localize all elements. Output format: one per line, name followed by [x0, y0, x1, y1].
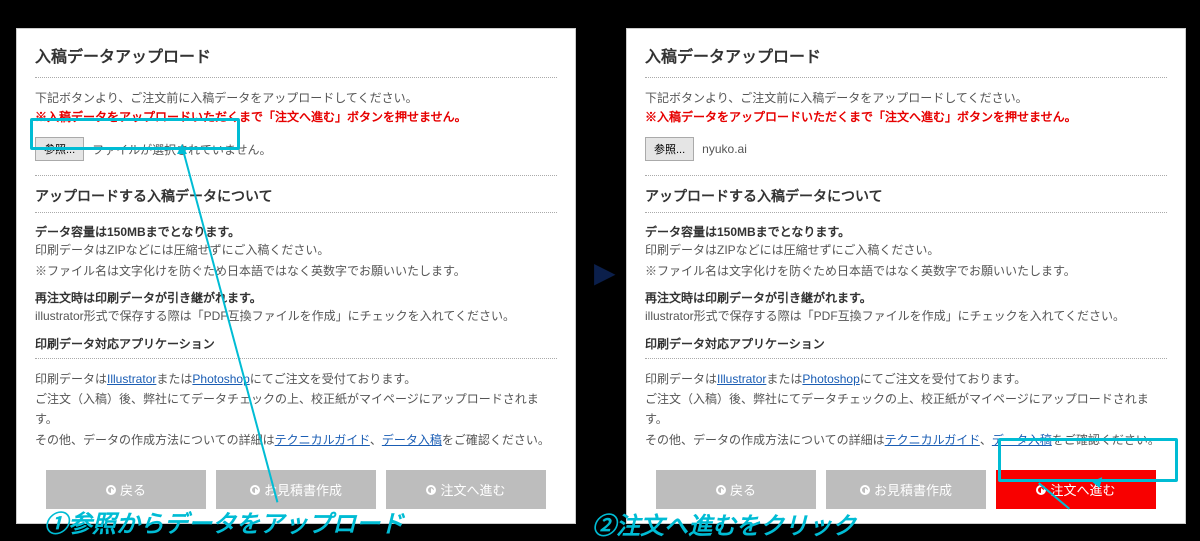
order-button-active[interactable]: 注文へ進む [996, 470, 1156, 509]
reorder-note: illustrator形式で保存する際は「PDF互換ファイルを作成」にチェックを… [645, 306, 1167, 326]
section-subtitle: アップロードする入稿データについて [645, 186, 1167, 206]
file-picker-row: 参照... ファイルが選択されていません。 [35, 137, 557, 161]
play-icon [106, 485, 116, 495]
order-button-disabled[interactable]: 注文へ進む [386, 470, 546, 509]
warning-text: ※入稿データをアップロードいただくまで「注文へ進む」ボタンを押せません。 [35, 108, 557, 125]
divider [35, 77, 557, 78]
panel-title: 入稿データアップロード [645, 43, 1167, 67]
play-icon [860, 485, 870, 495]
data-submit-link[interactable]: データ入稿 [382, 433, 442, 447]
technical-guide-link[interactable]: テクニカルガイド [275, 433, 370, 447]
data-submit-link[interactable]: データ入稿 [992, 433, 1052, 447]
upload-panel-after: 入稿データアップロード 下記ボタンより、ご注文前に入稿データをアップロードしてく… [626, 28, 1186, 524]
quote-button[interactable]: お見積書作成 [826, 470, 986, 509]
apps-heading: 印刷データ対応アプリケーション [35, 335, 557, 352]
file-status-label: nyuko.ai [702, 142, 747, 156]
warning-text: ※入稿データをアップロードいただくまで「注文へ進む」ボタンを押せません。 [645, 108, 1167, 125]
apps-line2: ご注文（入稿）後、弊社にてデータチェックの上、校正紙がマイページにアップロードさ… [645, 389, 1167, 430]
text: にてご注文を受付ております。 [250, 372, 416, 386]
button-label: 注文へ進む [1050, 480, 1115, 499]
apps-line3: その他、データの作成方法についての詳細はテクニカルガイド、データ入稿をご確認くだ… [35, 430, 557, 450]
illustrator-link[interactable]: Illustrator [717, 372, 766, 386]
text: にてご注文を受付ております。 [860, 372, 1026, 386]
apps-line1: 印刷データはIllustratorまたはPhotoshopにてご注文を受付ており… [645, 369, 1167, 389]
divider [645, 175, 1167, 176]
capacity-note1: 印刷データはZIPなどには圧縮せずにご入稿ください。 [645, 240, 1167, 260]
upload-panel-before: 入稿データアップロード 下記ボタンより、ご注文前に入稿データをアップロードしてく… [16, 28, 576, 524]
apps-line3: その他、データの作成方法についての詳細はテクニカルガイド、データ入稿をご確認くだ… [645, 430, 1167, 450]
divider [35, 358, 557, 359]
button-label: 戻る [120, 480, 146, 499]
divider [645, 77, 1167, 78]
photoshop-link[interactable]: Photoshop [802, 372, 859, 386]
apps-heading: 印刷データ対応アプリケーション [645, 335, 1167, 352]
divider [645, 212, 1167, 213]
divider [35, 175, 557, 176]
panel-title: 入稿データアップロード [35, 43, 557, 67]
capacity-heading: データ容量は150MBまでとなります。 [35, 223, 557, 240]
text: その他、データの作成方法についての詳細は [645, 433, 885, 447]
button-row: 戻る お見積書作成 注文へ進む [645, 470, 1167, 509]
transition-arrow-icon: ▶ [594, 256, 616, 289]
button-label: 戻る [730, 480, 756, 499]
browse-button[interactable]: 参照... [35, 137, 84, 161]
instruction-text: 下記ボタンより、ご注文前に入稿データをアップロードしてください。 [645, 88, 1167, 108]
text: 印刷データは [35, 372, 107, 386]
apps-line2: ご注文（入稿）後、弊社にてデータチェックの上、校正紙がマイページにアップロードさ… [35, 389, 557, 430]
reorder-heading: 再注文時は印刷データが引き継がれます。 [645, 289, 1167, 306]
file-picker-row: 参照... nyuko.ai [645, 137, 1167, 161]
play-icon [250, 485, 260, 495]
button-label: お見積書作成 [874, 480, 952, 499]
capacity-heading: データ容量は150MBまでとなります。 [645, 223, 1167, 240]
play-icon [716, 485, 726, 495]
button-label: 注文へ進む [440, 480, 505, 499]
play-icon [426, 485, 436, 495]
back-button[interactable]: 戻る [656, 470, 816, 509]
annotation-arrow-tip [177, 144, 187, 154]
technical-guide-link[interactable]: テクニカルガイド [885, 433, 980, 447]
text: または [766, 372, 802, 386]
text: をご確認ください。 [1052, 433, 1160, 447]
capacity-note2: ※ファイル名は文字化けを防ぐため日本語ではなく英数字でお願いいたします。 [35, 261, 557, 281]
capacity-note2: ※ファイル名は文字化けを防ぐため日本語ではなく英数字でお願いいたします。 [645, 261, 1167, 281]
annotation-caption-2: ②注文へ進むをクリック [592, 506, 856, 541]
text: 印刷データは [645, 372, 717, 386]
reorder-note: illustrator形式で保存する際は「PDF互換ファイルを作成」にチェックを… [35, 306, 557, 326]
apps-line1: 印刷データはIllustratorまたはPhotoshopにてご注文を受付ており… [35, 369, 557, 389]
section-subtitle: アップロードする入稿データについて [35, 186, 557, 206]
text: その他、データの作成方法についての詳細は [35, 433, 275, 447]
annotation-caption-1: ①参照からデータをアップロード [44, 504, 404, 539]
instruction-text: 下記ボタンより、ご注文前に入稿データをアップロードしてください。 [35, 88, 557, 108]
browse-button[interactable]: 参照... [645, 137, 694, 161]
text: をご確認ください。 [442, 433, 550, 447]
divider [35, 212, 557, 213]
capacity-note1: 印刷データはZIPなどには圧縮せずにご入稿ください。 [35, 240, 557, 260]
text: または [156, 372, 192, 386]
reorder-heading: 再注文時は印刷データが引き継がれます。 [35, 289, 557, 306]
illustrator-link[interactable]: Illustrator [107, 372, 156, 386]
text: 、 [980, 433, 992, 447]
text: 、 [370, 433, 382, 447]
divider [645, 358, 1167, 359]
